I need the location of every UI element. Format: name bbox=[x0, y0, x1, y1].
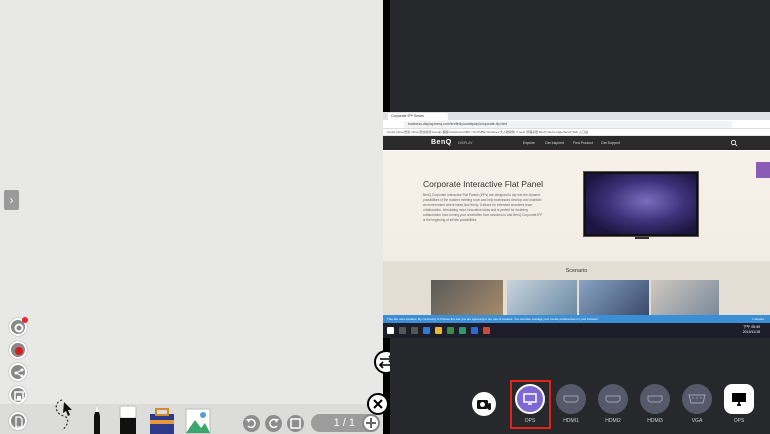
cookie-text: This site uses cookies. By continuing to… bbox=[387, 317, 599, 321]
monitor-icon bbox=[523, 393, 537, 405]
record-icon bbox=[15, 347, 23, 355]
address-bar-row: business.display.benq.com/en/findyourdis… bbox=[383, 120, 770, 129]
side-panel-toggle[interactable]: › bbox=[4, 190, 19, 210]
cookie-consent-button[interactable]: I consent bbox=[752, 315, 764, 323]
site-navigation: BenQ DISPLAY Explore Get Inspired Find P… bbox=[383, 136, 770, 150]
camera-mic-icon bbox=[477, 400, 491, 410]
edge-icon[interactable] bbox=[423, 327, 430, 334]
source-hdmi1[interactable]: HDMI1 bbox=[553, 384, 589, 424]
system-clock[interactable]: 下午 05:49 2019/11/18 bbox=[743, 325, 760, 335]
scenario-photo[interactable] bbox=[431, 280, 503, 315]
mail-icon[interactable] bbox=[471, 327, 478, 334]
share-button[interactable] bbox=[9, 363, 27, 381]
nav-get-support[interactable]: Get Support bbox=[601, 141, 620, 145]
nav-get-inspired[interactable]: Get Inspired bbox=[545, 141, 564, 145]
insert-image-icon[interactable] bbox=[185, 408, 211, 434]
hero-title: Corporate Interactive Flat Panel bbox=[423, 179, 544, 189]
task-view-icon[interactable] bbox=[411, 327, 418, 334]
whiteboard-canvas[interactable]: › 1 / 1 bbox=[0, 0, 383, 434]
bookmarks-bar[interactable]: Gmail Yahoo奇摩 Yahoo奇摩新聞 Google 翻譯 Facebo… bbox=[383, 129, 770, 136]
redo-button[interactable] bbox=[265, 415, 282, 432]
windows-start-icon[interactable] bbox=[387, 327, 394, 334]
nav-explore[interactable]: Explore bbox=[523, 141, 535, 145]
lasso-select-icon[interactable] bbox=[52, 396, 78, 432]
scenario-section: Scenario bbox=[383, 261, 770, 315]
tv-stand bbox=[635, 237, 649, 239]
search-icon[interactable] bbox=[730, 139, 738, 147]
nav-find-product[interactable]: Find Product bbox=[573, 141, 593, 145]
hdmi-port-icon bbox=[605, 395, 621, 403]
save-icon bbox=[14, 391, 24, 401]
settings-button[interactable] bbox=[9, 317, 28, 336]
notification-dot bbox=[22, 317, 28, 323]
search-taskbar-icon[interactable] bbox=[399, 327, 406, 334]
source-preview-area bbox=[390, 0, 770, 112]
chrome-icon[interactable] bbox=[447, 327, 454, 334]
pages-icon bbox=[290, 418, 301, 429]
windows-taskbar: 下午 05:49 2019/11/18 bbox=[383, 323, 770, 338]
source-hdmi2[interactable]: HDMI2 bbox=[595, 384, 631, 424]
plus-icon bbox=[366, 418, 376, 428]
share-icon bbox=[14, 368, 24, 378]
hdmi-port-icon bbox=[563, 395, 579, 403]
scenario-photo[interactable] bbox=[579, 280, 649, 315]
source-vga[interactable]: VGA bbox=[679, 384, 715, 424]
hero-section: Corporate Interactive Flat Panel BenQ Co… bbox=[383, 151, 770, 261]
record-button[interactable] bbox=[9, 341, 27, 359]
toolbox-icon[interactable] bbox=[148, 406, 176, 434]
close-icon bbox=[373, 399, 383, 409]
source-hdmi3[interactable]: HDMI3 bbox=[637, 384, 673, 424]
file-icon bbox=[15, 416, 23, 428]
side-badge[interactable] bbox=[756, 162, 770, 178]
eraser-icon[interactable] bbox=[118, 404, 138, 434]
browser-tab[interactable]: Corporate IFP Series bbox=[388, 113, 448, 120]
hdmi-port-icon bbox=[647, 395, 663, 403]
browser-window[interactable]: Corporate IFP Series business.display.be… bbox=[383, 112, 770, 338]
camera-button[interactable] bbox=[472, 392, 496, 416]
browser-tab-bar: Corporate IFP Series bbox=[383, 112, 770, 120]
office-icon[interactable] bbox=[483, 327, 490, 334]
undo-icon bbox=[246, 418, 256, 429]
undo-button[interactable] bbox=[243, 415, 260, 432]
source-ops-2[interactable]: OPS bbox=[721, 384, 757, 424]
brand-logo[interactable]: BenQ bbox=[431, 139, 452, 146]
hero-description: BenQ Corporate Interactive Flat Panels (… bbox=[423, 193, 543, 222]
vga-port-icon bbox=[688, 394, 706, 404]
pen-icon[interactable] bbox=[90, 402, 104, 434]
scenario-title: Scenario bbox=[565, 268, 588, 274]
folder-icon[interactable] bbox=[435, 327, 442, 334]
app-icon[interactable] bbox=[459, 327, 466, 334]
brand-subtitle: DISPLAY bbox=[458, 141, 473, 145]
page-overview-button[interactable] bbox=[287, 415, 304, 432]
save-button[interactable] bbox=[9, 386, 27, 404]
ifp-product-image bbox=[583, 171, 699, 237]
scenario-photo[interactable] bbox=[507, 280, 577, 315]
redo-icon bbox=[269, 418, 279, 429]
file-button[interactable] bbox=[9, 412, 27, 430]
gear-icon bbox=[14, 323, 24, 333]
monitor-icon bbox=[732, 393, 746, 406]
close-left-button[interactable] bbox=[367, 393, 389, 415]
screen: › 1 / 1 Corporate IFP Series business.di… bbox=[0, 0, 770, 434]
url-field[interactable]: business.display.benq.com/en/findyourdis… bbox=[403, 121, 733, 128]
cookie-banner: This site uses cookies. By continuing to… bbox=[383, 315, 770, 323]
scenario-photo[interactable] bbox=[651, 280, 719, 315]
source-ops[interactable]: OPS bbox=[512, 384, 548, 424]
